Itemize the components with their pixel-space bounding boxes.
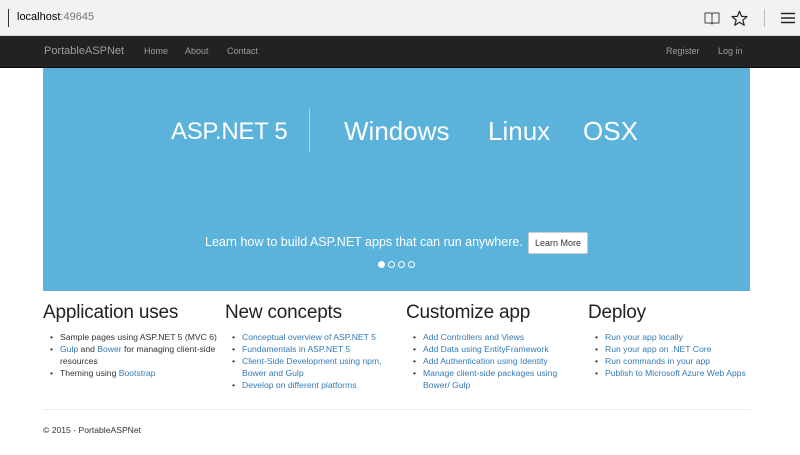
list-item-link[interactable]: Run commands in your app [605,356,710,366]
list-item-link[interactable]: Gulp [60,344,78,354]
list-item: Publish to Microsoft Azure Web Apps [595,367,768,379]
column-list: Sample pages using ASP.NET 5 (MVC 6)Gulp… [43,331,223,379]
browser-toolbar: localhost:49645 [0,0,800,36]
list-item-link[interactable]: Fundamentals in ASP.NET 5 [242,344,350,354]
list-item: Manage client-side packages using Bower/… [413,367,586,391]
hero-separator [309,108,310,152]
toolbar-divider [764,9,765,27]
list-item: Theming using Bootstrap [50,367,223,379]
list-item: Develop on different platforms [232,379,405,391]
hero-platform-windows: Windows [344,116,450,146]
address-bar[interactable]: localhost:49645 [17,11,94,23]
nav-home-link[interactable]: Home [144,46,168,56]
navbar-brand[interactable]: PortableASPNet [44,45,124,57]
list-item: Conceptual overview of ASP.NET 5 [232,331,405,343]
list-item-link[interactable]: Bootstrap [119,368,156,378]
column-list: Add Controllers and Views Add Data using … [406,331,586,391]
column-deploy: Deploy Run your app locallyRun your app … [588,302,768,379]
nav-register-link[interactable]: Register [666,46,700,56]
nav-contact-link[interactable]: Contact [227,46,258,56]
address-port: :49645 [60,11,95,23]
column-list: Conceptual overview of ASP.NET 5 Fundamen… [225,331,405,391]
carousel-indicator-2[interactable] [388,261,395,268]
hero-platform-osx: OSX [583,116,638,146]
list-item-link[interactable]: Client-Side Development using npm, Bower… [242,356,381,378]
address-host: localhost [17,11,61,23]
list-item-link[interactable]: Conceptual overview of ASP.NET 5 [242,332,376,342]
carousel-caption: Learn how to build ASP.NET apps that can… [205,235,523,249]
footer-copyright: © 2015 - PortableASPNet [43,425,142,435]
list-item-link[interactable]: Run your app locally [605,332,683,342]
list-item-text: Sample pages using ASP.NET 5 (MVC 6) [60,332,217,342]
column-customize-app: Customize app Add Controllers and ViewsA… [406,302,586,391]
column-title: Customize app [406,302,531,323]
reading-view-icon[interactable] [702,8,722,28]
list-item-link[interactable]: Run your app on .NET Core [605,344,711,354]
menu-icon[interactable] [778,8,798,28]
list-item-text: Theming using [60,368,119,378]
favorite-star-icon[interactable] [729,8,749,28]
nav-about-link[interactable]: About [185,46,209,56]
list-item-link[interactable]: Add Controllers and Views [423,332,524,342]
list-item: Client-Side Development using npm, Bower… [232,355,405,379]
list-item: Add Data using EntityFramework [413,343,586,355]
hero-platform-linux: Linux [488,116,551,146]
list-item: Run your app locally [595,331,768,343]
list-item: Fundamentals in ASP.NET 5 [232,343,405,355]
list-item-link[interactable]: Publish to Microsoft Azure Web Apps [605,368,746,378]
list-item: Run your app on .NET Core [595,343,768,355]
list-item: Run commands in your app [595,355,768,367]
hero-carousel: ASP.NET 5 Windows Linux OSX Learn how to… [43,68,750,291]
list-item-text: and [78,344,98,354]
carousel-indicator-4[interactable] [408,261,415,268]
list-item: Sample pages using ASP.NET 5 (MVC 6) [50,331,223,343]
address-caret [8,9,9,27]
carousel-indicator-1[interactable] [378,261,385,268]
list-item-link[interactable]: Add Authentication using Identity [423,356,548,366]
column-new-concepts: New concepts Conceptual overview of ASP.… [225,302,405,391]
list-item: Gulp and Bower for managing client-side … [50,343,223,367]
carousel-indicators [378,261,415,268]
list-item-link[interactable]: Manage client-side packages using Bower/… [423,368,557,390]
column-list: Run your app locally Run your app on .NET… [588,331,768,379]
carousel-indicator-3[interactable] [398,261,405,268]
top-navbar: PortableASPNet Home About Contact Regist… [0,36,800,68]
list-item-link[interactable]: Bower [97,344,121,354]
list-item-link[interactable]: Develop on different platforms [242,380,357,390]
column-title: New concepts [225,302,342,323]
hero-brand-text: ASP.NET 5 [171,118,288,145]
learn-more-button[interactable]: Learn More [528,232,588,254]
list-item: Add Controllers and Views [413,331,586,343]
list-item-link[interactable]: Add Data using EntityFramework [423,344,549,354]
list-item: Add Authentication using Identity [413,355,586,367]
column-application-uses: Application uses Sample pages using ASP.… [43,302,223,379]
column-title: Deploy [588,302,646,323]
column-title: Application uses [43,302,179,323]
footer-divider [43,409,750,410]
nav-login-link[interactable]: Log in [718,46,743,56]
